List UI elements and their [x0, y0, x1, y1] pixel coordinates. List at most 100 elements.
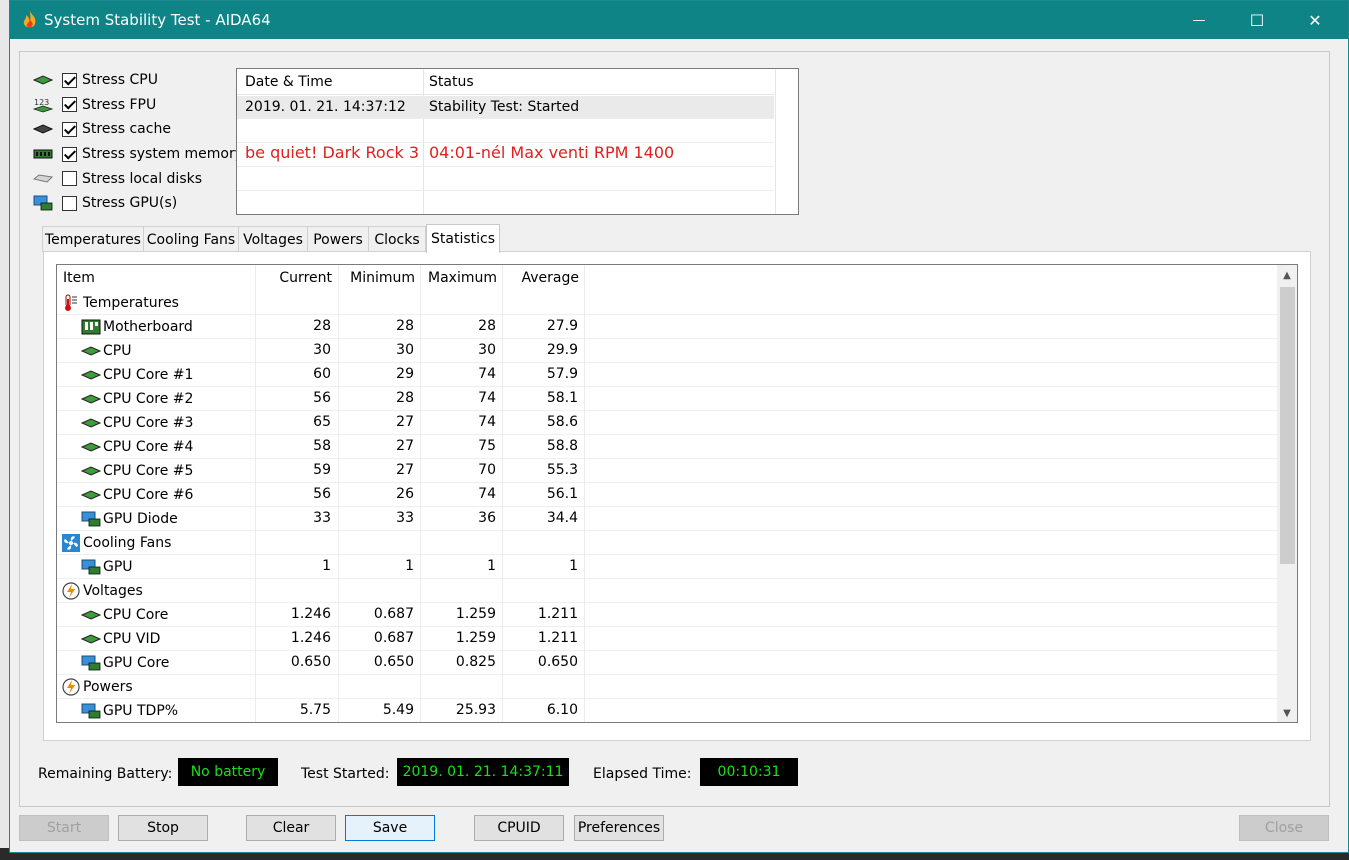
- tab-clocks[interactable]: Clocks: [368, 226, 426, 252]
- row-item-label: CPU Core #4: [103, 439, 194, 455]
- tab-powers[interactable]: Powers: [307, 226, 369, 252]
- col-item[interactable]: Item: [63, 270, 95, 286]
- start-button[interactable]: Start: [19, 815, 109, 841]
- table-row[interactable]: CPU Core #3 65 27 74 58.6: [57, 411, 1277, 435]
- tab-voltages[interactable]: Voltages: [238, 226, 308, 252]
- table-row[interactable]: Motherboard 28 28 28 27.9: [57, 315, 1277, 339]
- table-group-row[interactable]: Cooling Fans: [57, 531, 1277, 555]
- gpu-monitor-icon: [32, 194, 54, 212]
- stress-gpu-checkbox[interactable]: [62, 195, 77, 211]
- row-item: CPU Core #1: [81, 366, 193, 384]
- stress-memory-checkbox[interactable]: [62, 146, 77, 162]
- gpu-monitor-icon: [81, 510, 101, 528]
- col-average[interactable]: Average: [502, 270, 580, 286]
- tab-temperatures[interactable]: Temperatures: [42, 226, 144, 252]
- row-current: 56: [313, 390, 331, 406]
- maximize-button[interactable]: ☐: [1228, 1, 1286, 39]
- elapsed-time-display: 00:10:31: [700, 758, 798, 786]
- stress-cache-label: Stress cache: [82, 121, 171, 138]
- tab-cooling-fans[interactable]: Cooling Fans: [143, 226, 239, 252]
- row-item: CPU Core #6: [81, 486, 193, 504]
- log-row-line: [237, 166, 774, 167]
- stress-cache-checkbox[interactable]: [62, 121, 77, 137]
- row-item: GPU Core: [81, 654, 169, 672]
- row-item-label: CPU Core #6: [103, 487, 194, 503]
- scroll-up-icon[interactable]: ▲: [1277, 266, 1297, 284]
- row-item-label: CPU: [103, 343, 132, 359]
- row-item: CPU Core #5: [81, 462, 193, 480]
- table-group-row[interactable]: Temperatures: [57, 291, 1277, 315]
- stress-memory-option[interactable]: Stress system memory: [32, 142, 243, 167]
- table-row[interactable]: CPU Core 1.246 0.687 1.259 1.211: [57, 603, 1277, 627]
- row-avg: 55.3: [546, 462, 578, 478]
- test-started-display: 2019. 01. 21. 14:37:11: [397, 758, 569, 786]
- log-row-line: [237, 118, 774, 119]
- table-row[interactable]: CPU VID 1.246 0.687 1.259 1.211: [57, 627, 1277, 651]
- stress-cpu-checkbox[interactable]: [62, 72, 77, 88]
- close-window-button[interactable]: ✕: [1286, 1, 1344, 39]
- clear-button[interactable]: Clear: [246, 815, 336, 841]
- row-min: 33: [396, 510, 414, 526]
- table-row[interactable]: CPU Core #6 56 26 74 56.1: [57, 483, 1277, 507]
- close-icon: ✕: [1308, 10, 1322, 30]
- table-group-row[interactable]: Voltages: [57, 579, 1277, 603]
- scroll-down-icon[interactable]: ▼: [1277, 704, 1297, 722]
- motherboard-icon: [81, 318, 101, 336]
- stress-options: Stress CPU 123 Stress FPU Stress cache S…: [32, 68, 243, 216]
- log-col-datetime[interactable]: Date & Time: [245, 74, 333, 90]
- table-row[interactable]: CPU Core #2 56 28 74 58.1: [57, 387, 1277, 411]
- table-row[interactable]: CPU 30 30 30 29.9: [57, 339, 1277, 363]
- gpu-monitor-icon: [81, 558, 101, 576]
- stress-cpu-option[interactable]: Stress CPU: [32, 68, 243, 93]
- row-min: 29: [396, 366, 414, 382]
- stress-gpu-option[interactable]: Stress GPU(s): [32, 191, 243, 216]
- col-current[interactable]: Current: [255, 270, 332, 286]
- log-note-row[interactable]: be quiet! Dark Rock 3 04:01-nél Max vent…: [237, 142, 774, 166]
- stress-gpu-label: Stress GPU(s): [82, 195, 178, 212]
- row-max: 28: [478, 318, 496, 334]
- row-item-label: CPU VID: [103, 631, 161, 647]
- statistics-table[interactable]: Item Current Minimum Maximum Average Tem…: [56, 264, 1298, 723]
- col-minimum[interactable]: Minimum: [338, 270, 415, 286]
- table-row[interactable]: CPU Core #1 60 29 74 57.9: [57, 363, 1277, 387]
- minimize-button[interactable]: —: [1170, 1, 1228, 39]
- statistics-scrollbar[interactable]: ▲ ▼: [1277, 265, 1297, 722]
- row-max: 74: [478, 486, 496, 502]
- scroll-thumb[interactable]: [1280, 287, 1295, 564]
- row-min: 27: [396, 438, 414, 454]
- table-row[interactable]: GPU Core 0.650 0.650 0.825 0.650: [57, 651, 1277, 675]
- stress-cache-option[interactable]: Stress cache: [32, 117, 243, 142]
- row-avg: 56.1: [546, 486, 578, 502]
- status-log[interactable]: Date & Time Status 2019. 01. 21. 14:37:1…: [236, 68, 799, 215]
- cpu-chip-icon: [81, 486, 101, 504]
- row-item-label: CPU Core: [103, 607, 169, 623]
- stress-disks-checkbox[interactable]: [62, 171, 77, 187]
- cpuid-button[interactable]: CPUID: [474, 815, 564, 841]
- stop-button[interactable]: Stop: [118, 815, 208, 841]
- table-group-row[interactable]: Powers: [57, 675, 1277, 699]
- table-row[interactable]: GPU TDP% 5.75 5.49 25.93 6.10: [57, 699, 1277, 722]
- log-row[interactable]: 2019. 01. 21. 14:37:12 Stability Test: S…: [237, 96, 774, 118]
- stress-fpu-option[interactable]: 123 Stress FPU: [32, 93, 243, 118]
- row-min: 0.687: [373, 606, 414, 622]
- table-row[interactable]: GPU Diode 33 33 36 34.4: [57, 507, 1277, 531]
- table-row[interactable]: GPU 1 1 1 1: [57, 555, 1277, 579]
- stress-disks-option[interactable]: Stress local disks: [32, 166, 243, 191]
- row-avg: 27.9: [546, 318, 578, 334]
- row-current: 33: [313, 510, 331, 526]
- preferences-button[interactable]: Preferences: [574, 815, 664, 841]
- col-maximum[interactable]: Maximum: [420, 270, 497, 286]
- row-item: CPU Core #2: [81, 390, 193, 408]
- battery-label: Remaining Battery:: [38, 766, 173, 782]
- row-item-label: CPU Core #3: [103, 415, 194, 431]
- save-button[interactable]: Save: [345, 815, 435, 841]
- table-row[interactable]: CPU Core #4 58 27 75 58.8: [57, 435, 1277, 459]
- title-bar[interactable]: System Stability Test - AIDA64 — ☐ ✕: [10, 1, 1348, 39]
- close-button[interactable]: Close: [1239, 815, 1329, 841]
- tab-statistics[interactable]: Statistics: [426, 224, 500, 253]
- stress-fpu-checkbox[interactable]: [62, 97, 77, 113]
- table-row[interactable]: CPU Core #5 59 27 70 55.3: [57, 459, 1277, 483]
- log-col-status[interactable]: Status: [429, 74, 474, 90]
- log-header: Date & Time Status: [237, 69, 774, 95]
- row-avg: 6.10: [546, 702, 578, 718]
